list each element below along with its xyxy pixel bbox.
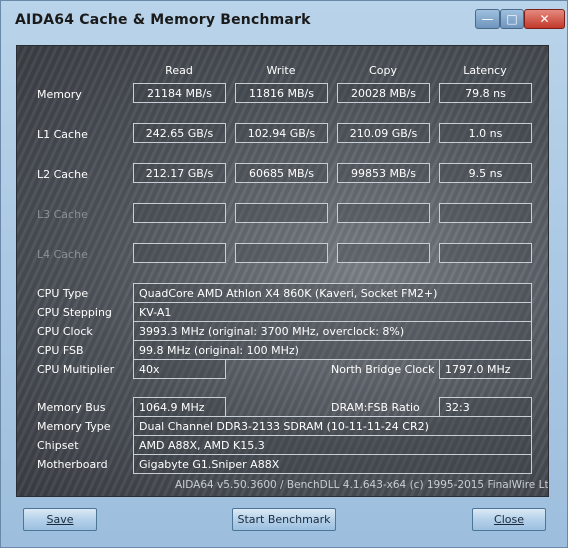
memory-type-value: Dual Channel DDR3-2133 SDRAM (10-11-11-2… bbox=[133, 416, 532, 436]
close-icon: ✕ bbox=[539, 12, 550, 26]
l3-write-value bbox=[235, 203, 328, 223]
l1-latency-value: 1.0 ns bbox=[439, 123, 532, 143]
l1-copy-value: 210.09 GB/s bbox=[337, 123, 430, 143]
column-header-copy: Copy bbox=[369, 64, 397, 77]
l2-latency-value: 9.5 ns bbox=[439, 163, 532, 183]
motherboard-label: Motherboard bbox=[37, 458, 108, 471]
chipset-value: AMD A88X, AMD K15.3 bbox=[133, 435, 532, 455]
maximize-button[interactable]: □ bbox=[500, 9, 524, 29]
title-bar[interactable]: AIDA64 Cache & Memory Benchmark — □ ✕ bbox=[1, 1, 567, 41]
cpu-clock-label: CPU Clock bbox=[37, 325, 93, 338]
cpu-fsb-label: CPU FSB bbox=[37, 344, 84, 357]
row-label-l3-cache: L3 Cache bbox=[37, 208, 88, 221]
chipset-label: Chipset bbox=[37, 439, 79, 452]
column-header-latency: Latency bbox=[463, 64, 507, 77]
l4-write-value bbox=[235, 243, 328, 263]
column-header-read: Read bbox=[165, 64, 193, 77]
l3-read-value bbox=[133, 203, 226, 223]
l4-read-value bbox=[133, 243, 226, 263]
row-label-l1-cache: L1 Cache bbox=[37, 128, 88, 141]
dram-fsb-ratio-value: 32:3 bbox=[439, 397, 532, 417]
start-benchmark-button[interactable]: Start Benchmark bbox=[232, 508, 336, 531]
row-label-l2-cache: L2 Cache bbox=[37, 168, 88, 181]
results-panel: Read Write Copy Latency Memory 21184 MB/… bbox=[16, 45, 549, 497]
window-title: AIDA64 Cache & Memory Benchmark bbox=[15, 12, 311, 28]
row-label-memory: Memory bbox=[37, 88, 82, 101]
north-bridge-clock-label: North Bridge Clock bbox=[331, 363, 435, 376]
memory-copy-value: 20028 MB/s bbox=[337, 83, 430, 103]
cpu-type-label: CPU Type bbox=[37, 287, 89, 300]
minimize-icon: — bbox=[481, 12, 494, 26]
north-bridge-clock-value: 1797.0 MHz bbox=[439, 359, 532, 379]
l3-latency-value bbox=[439, 203, 532, 223]
benchmark-window: AIDA64 Cache & Memory Benchmark — □ ✕ Re… bbox=[0, 0, 568, 548]
memory-bus-value: 1064.9 MHz bbox=[133, 397, 226, 417]
l2-copy-value: 99853 MB/s bbox=[337, 163, 430, 183]
l1-write-value: 102.94 GB/s bbox=[235, 123, 328, 143]
l2-write-value: 60685 MB/s bbox=[235, 163, 328, 183]
l4-copy-value bbox=[337, 243, 430, 263]
minimize-button[interactable]: — bbox=[475, 9, 500, 29]
memory-type-label: Memory Type bbox=[37, 420, 111, 433]
save-button[interactable]: Save bbox=[23, 508, 97, 531]
dram-fsb-ratio-label: DRAM:FSB Ratio bbox=[331, 401, 420, 414]
l2-read-value: 212.17 GB/s bbox=[133, 163, 226, 183]
memory-bus-label: Memory Bus bbox=[37, 401, 106, 414]
close-button[interactable]: Close bbox=[472, 508, 546, 531]
cpu-multiplier-value: 40x bbox=[133, 359, 226, 379]
memory-write-value: 11816 MB/s bbox=[235, 83, 328, 103]
cpu-multiplier-label: CPU Multiplier bbox=[37, 363, 115, 376]
memory-latency-value: 79.8 ns bbox=[439, 83, 532, 103]
version-copyright: AIDA64 v5.50.3600 / BenchDLL 4.1.643-x64… bbox=[175, 479, 549, 491]
column-header-write: Write bbox=[266, 64, 296, 77]
row-label-l4-cache: L4 Cache bbox=[37, 248, 88, 261]
window-close-button[interactable]: ✕ bbox=[524, 9, 565, 29]
maximize-icon: □ bbox=[506, 12, 518, 26]
memory-read-value: 21184 MB/s bbox=[133, 83, 226, 103]
cpu-stepping-value: KV-A1 bbox=[133, 302, 532, 322]
l4-latency-value bbox=[439, 243, 532, 263]
cpu-stepping-label: CPU Stepping bbox=[37, 306, 112, 319]
cpu-fsb-value: 99.8 MHz (original: 100 MHz) bbox=[133, 340, 532, 360]
motherboard-value: Gigabyte G1.Sniper A88X bbox=[133, 454, 532, 474]
cpu-clock-value: 3993.3 MHz (original: 3700 MHz, overcloc… bbox=[133, 321, 532, 341]
cpu-type-value: QuadCore AMD Athlon X4 860K (Kaveri, Soc… bbox=[133, 283, 532, 303]
l3-copy-value bbox=[337, 203, 430, 223]
l1-read-value: 242.65 GB/s bbox=[133, 123, 226, 143]
